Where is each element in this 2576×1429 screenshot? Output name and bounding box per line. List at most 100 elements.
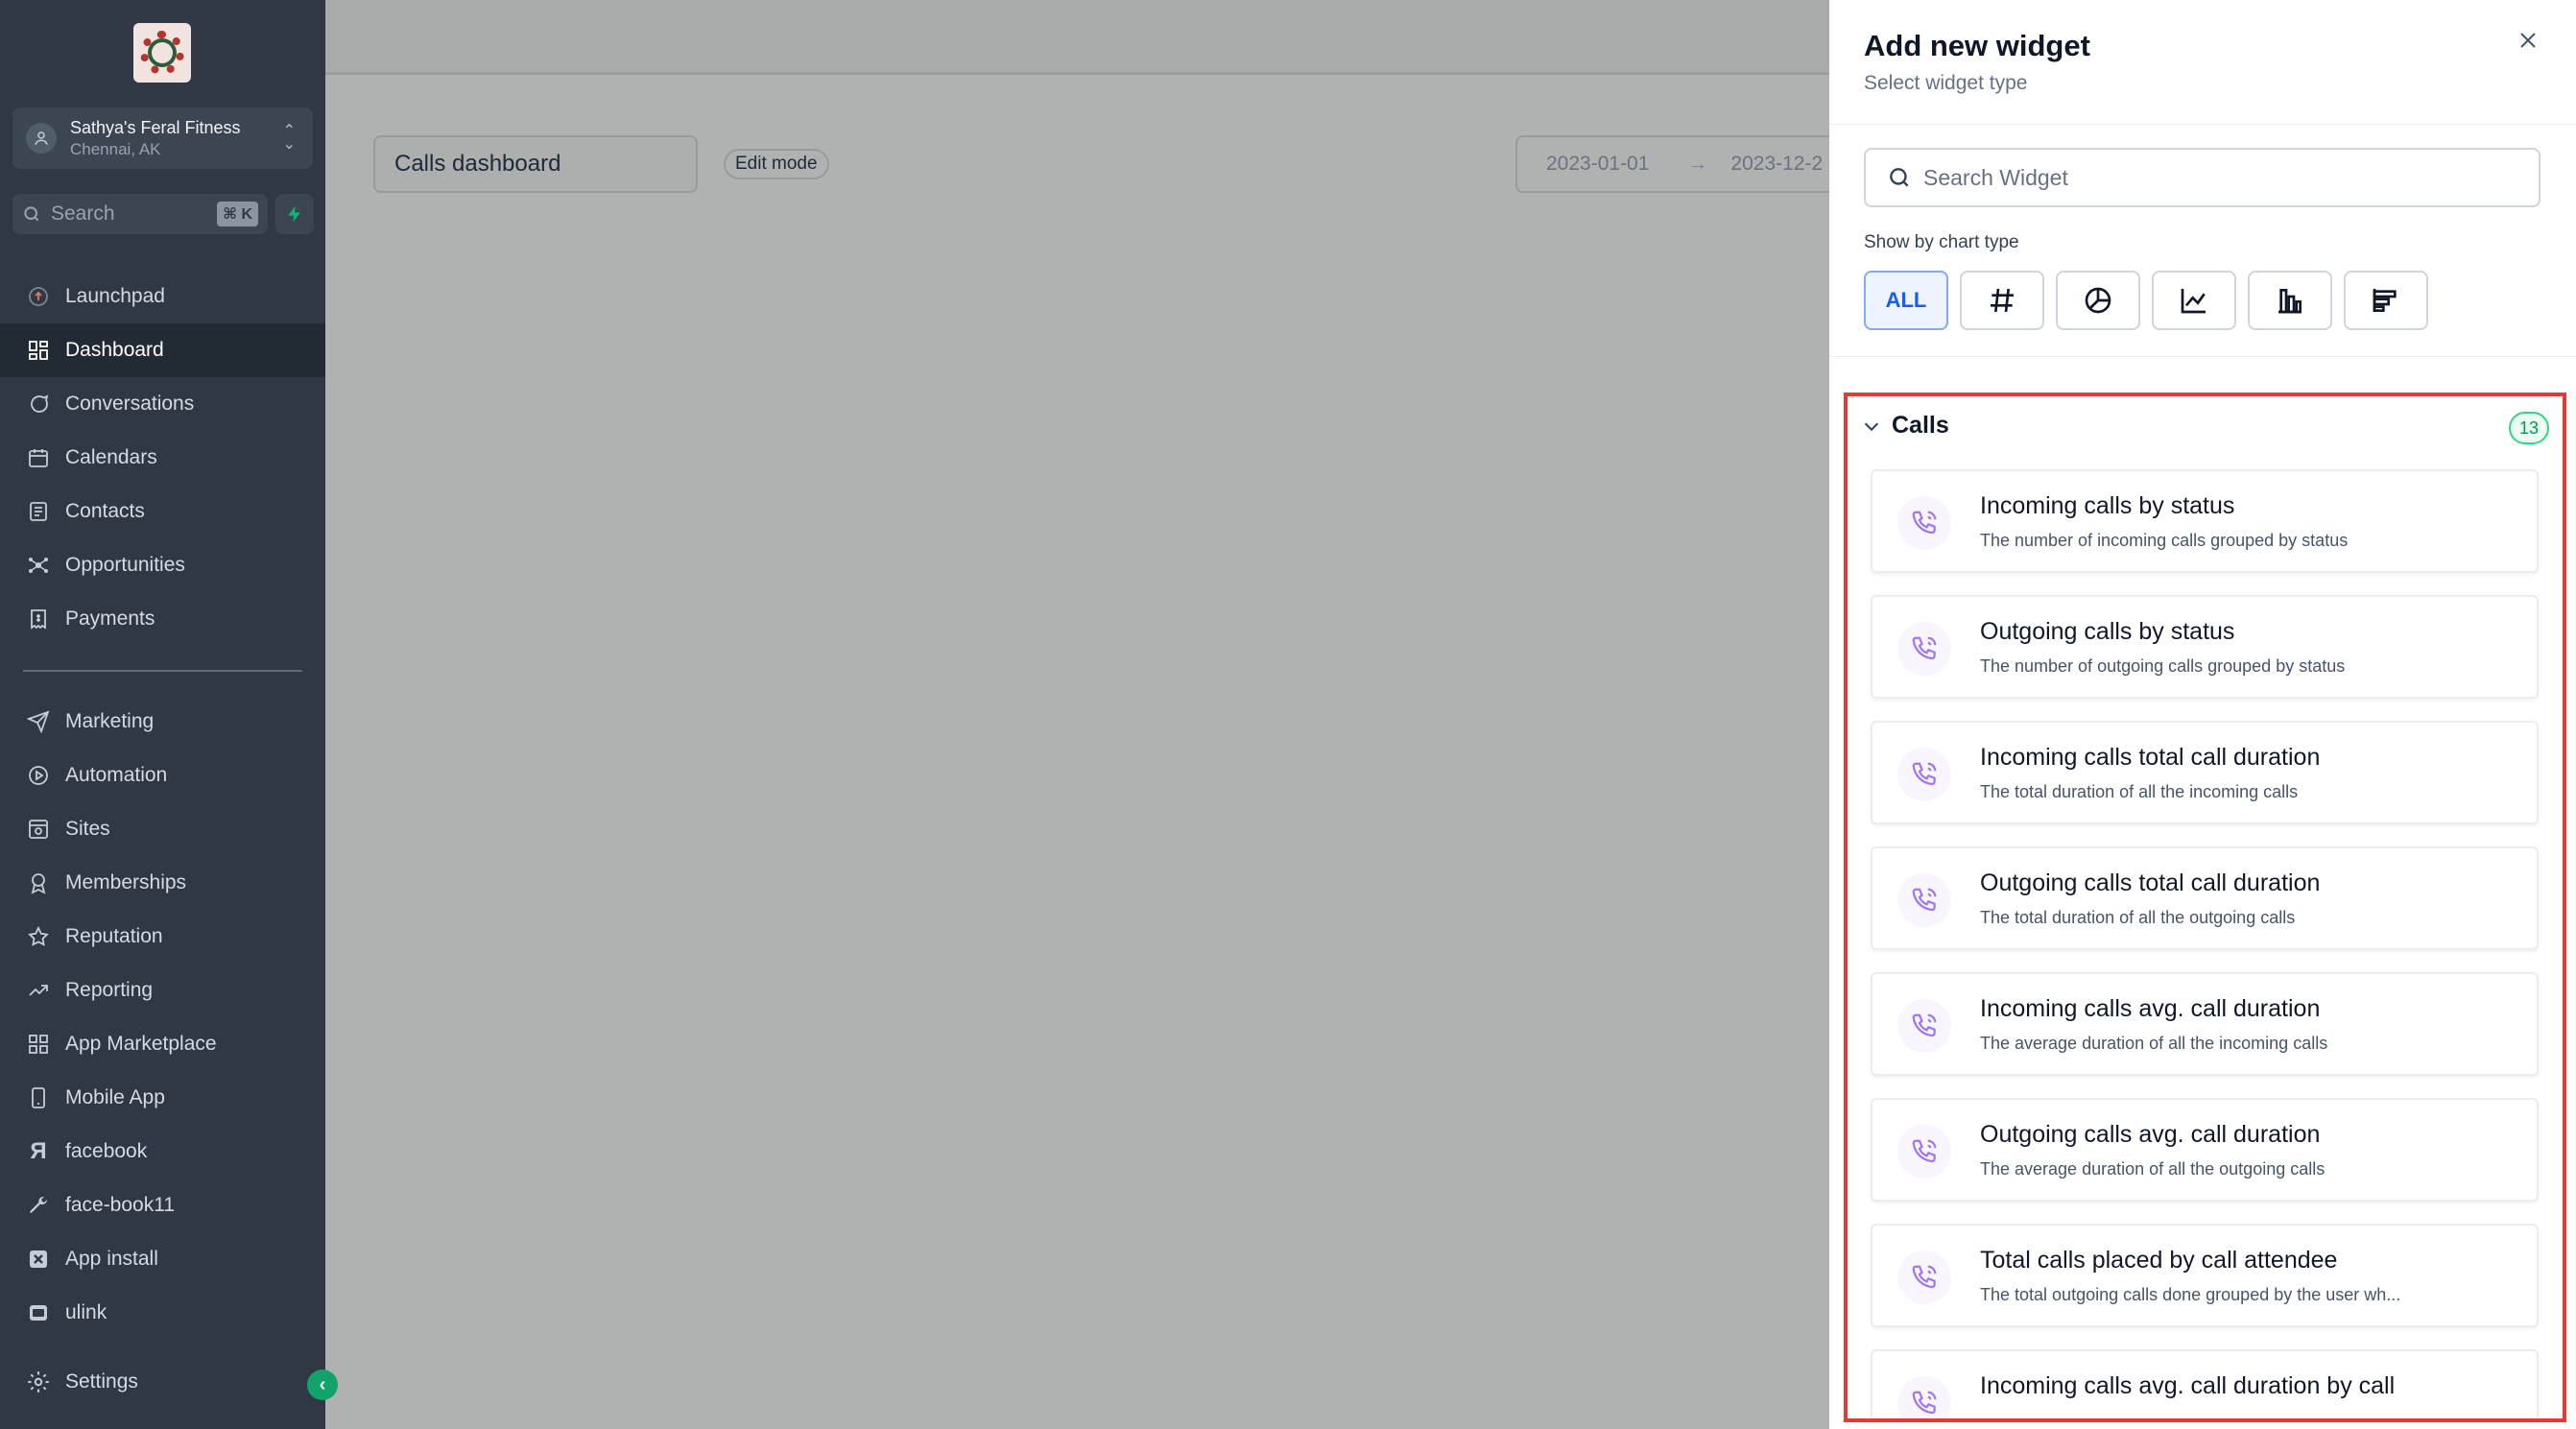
sidebar-item-contacts[interactable]: Contacts: [0, 485, 325, 538]
sidebar-item-label: Marketing: [65, 710, 155, 732]
phone-call-icon: [1897, 1376, 1951, 1418]
sidebar-item-app-marketplace[interactable]: App Marketplace: [0, 1017, 325, 1071]
sidebar-item-conversations[interactable]: Conversations: [0, 377, 325, 431]
panel-title: Add new widget: [1864, 29, 2090, 62]
sidebar-item-label: Calendars: [65, 446, 157, 468]
apps-icon: [25, 1031, 52, 1058]
calls-section-header[interactable]: Calls: [1861, 412, 1949, 440]
filter-pie-button[interactable]: [2056, 271, 2140, 330]
sidebar-item-label: App Marketplace: [65, 1033, 217, 1055]
sidebar-item-reporting[interactable]: Reporting: [0, 964, 325, 1017]
sidebar-item-label: Conversations: [65, 393, 195, 415]
sidebar-item-calendars[interactable]: Calendars: [0, 431, 325, 485]
sidebar-item-launchpad[interactable]: Launchpad: [0, 270, 325, 323]
widget-description: The average duration of all the outgoing…: [1980, 1159, 2326, 1179]
chat-bubble-icon: [25, 391, 52, 417]
gear-icon: [25, 1369, 52, 1395]
sidebar-item-dashboard[interactable]: Dashboard: [0, 323, 325, 377]
sidebar-item-label: Payments: [65, 607, 155, 630]
divider: [1829, 124, 2576, 125]
sidebar-item-facebook[interactable]: Я facebook: [0, 1125, 325, 1179]
widget-card[interactable]: Total calls placed by call attendee The …: [1871, 1224, 2539, 1327]
sidebar-item-label: Opportunities: [65, 554, 185, 576]
line-chart-icon: [2181, 289, 2206, 314]
close-icon: [2520, 33, 2536, 48]
filter-bar-button[interactable]: [2248, 271, 2332, 330]
phone-call-icon: [1897, 622, 1951, 676]
bar-chart-icon: [2278, 289, 2302, 314]
rocket-icon: [25, 283, 52, 310]
sidebar-item-label: App install: [65, 1248, 158, 1270]
widget-card[interactable]: Outgoing calls total call duration The t…: [1871, 846, 2539, 950]
widget-card[interactable]: Incoming calls avg. call duration The av…: [1871, 972, 2539, 1076]
sidebar-item-label: Automation: [65, 764, 168, 786]
sidebar-item-opportunities[interactable]: Opportunities: [0, 538, 325, 592]
phone-call-icon: [1897, 748, 1951, 801]
widget-title: Outgoing calls total call duration: [1980, 869, 2321, 896]
sidebar-item-settings[interactable]: Settings: [0, 1355, 325, 1409]
close-button[interactable]: [2511, 23, 2545, 58]
date-end: 2023-12-2: [1730, 153, 1824, 175]
sidebar-item-label: Settings: [65, 1370, 138, 1393]
account-switcher[interactable]: Sathya's Feral Fitness Chennai, AK ⌃ ⌄: [12, 107, 313, 169]
add-widget-panel: Add new widget Select widget type Search…: [1829, 0, 2576, 1429]
chart-type-label: Show by chart type: [1864, 232, 2019, 252]
sidebar-item-label: facebook: [65, 1140, 148, 1162]
receipt-icon: [25, 606, 52, 632]
widget-title: Outgoing calls by status: [1980, 618, 2235, 645]
sidebar-item-label: Contacts: [65, 500, 145, 522]
filter-all-button[interactable]: ALL: [1864, 271, 1948, 330]
dashboard-name-input[interactable]: Calls dashboard: [373, 135, 698, 193]
search-icon: [1890, 168, 1909, 187]
send-icon: [25, 708, 52, 735]
widget-card[interactable]: Incoming calls total call duration The t…: [1871, 721, 2539, 824]
widget-card[interactable]: Outgoing calls by status The number of o…: [1871, 595, 2539, 699]
collapse-sidebar-button[interactable]: ‹: [307, 1369, 338, 1400]
widget-card[interactable]: Incoming calls by status The number of i…: [1871, 469, 2539, 573]
sidebar-search[interactable]: Search ⌘ K: [12, 194, 268, 234]
section-title: Calls: [1892, 412, 1949, 439]
sidebar-item-automation[interactable]: Automation: [0, 749, 325, 802]
widget-title: Outgoing calls avg. call duration: [1980, 1121, 2321, 1148]
sidebar-item-ulink[interactable]: ulink: [0, 1286, 325, 1340]
sidebar-item-memberships[interactable]: Memberships: [0, 856, 325, 910]
search-shortcut: ⌘ K: [217, 202, 258, 226]
widget-title: Total calls placed by call attendee: [1980, 1247, 2338, 1274]
search-placeholder: Search: [51, 202, 115, 225]
company-logo[interactable]: [133, 23, 191, 83]
filter-number-button[interactable]: [1960, 271, 2044, 330]
sidebar-item-reputation[interactable]: Reputation: [0, 910, 325, 964]
wrench-icon: [25, 1192, 52, 1219]
star-icon: [25, 923, 52, 950]
play-circle-icon: [25, 762, 52, 789]
widget-description: The average duration of all the incoming…: [1980, 1034, 2328, 1053]
widget-description: The total outgoing calls done grouped by…: [1980, 1285, 2401, 1304]
divider: [1829, 356, 2576, 357]
filter-horizontal-bar-button[interactable]: [2344, 271, 2428, 330]
sidebar-item-label: Dashboard: [65, 339, 164, 361]
sidebar-item-app-install[interactable]: App install: [0, 1232, 325, 1286]
sidebar-item-label: Reporting: [65, 979, 154, 1001]
date-range-picker[interactable]: 2023-01-01 → 2023-12-2: [1515, 135, 1842, 193]
chevron-up-down-icon: ⌃ ⌄: [282, 123, 296, 153]
widget-description: The number of outgoing calls grouped by …: [1980, 656, 2346, 676]
sidebar-item-face-book11[interactable]: face-book11: [0, 1179, 325, 1232]
account-name: Sathya's Feral Fitness: [70, 118, 241, 138]
panel-subtitle: Select widget type: [1864, 72, 2028, 94]
sidebar-item-sites[interactable]: Sites: [0, 802, 325, 856]
play-square-icon: [25, 1299, 52, 1326]
user-icon: [26, 123, 57, 154]
widget-title: Incoming calls avg. call duration: [1980, 995, 2321, 1022]
chevron-left-icon: ‹: [319, 1373, 326, 1395]
sidebar-item-payments[interactable]: Payments: [0, 592, 325, 646]
widget-card[interactable]: Outgoing calls avg. call duration The av…: [1871, 1098, 2539, 1202]
hash-icon: [1991, 288, 2014, 313]
widget-search-input[interactable]: Search Widget: [1864, 148, 2540, 207]
quick-action-button[interactable]: [275, 194, 314, 234]
sidebar-item-label: Launchpad: [65, 285, 165, 307]
custom-icon: Я: [30, 1138, 47, 1164]
sidebar-item-marketing[interactable]: Marketing: [0, 695, 325, 749]
filter-line-button[interactable]: [2152, 271, 2236, 330]
sidebar-item-mobile-app[interactable]: Mobile App: [0, 1071, 325, 1125]
widget-card[interactable]: Incoming calls avg. call duration by cal…: [1871, 1349, 2539, 1418]
